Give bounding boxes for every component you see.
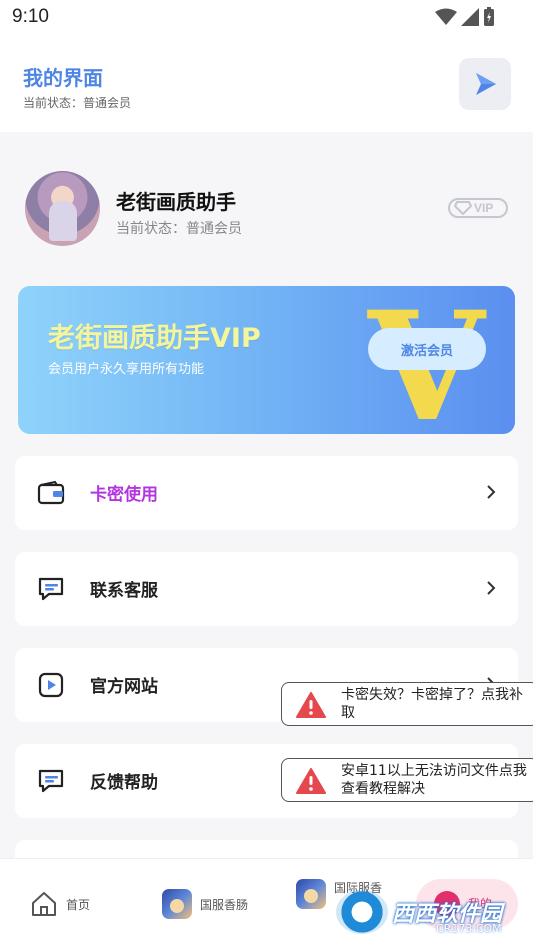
status-time: 9:10 [12, 6, 49, 27]
menu-item-customer-service[interactable]: 联系客服 [15, 552, 518, 626]
header: 我的界面 当前状态：普通会员 [0, 36, 533, 132]
diamond-icon [454, 201, 472, 215]
menu-item-label: 卡密使用 [90, 485, 158, 505]
nav-item-home[interactable]: 首页 [30, 887, 90, 921]
activate-member-button[interactable]: 激活会员 [368, 328, 486, 370]
toast-android-help[interactable]: 安卓11以上无法访问文件点我查看教程解决 [281, 758, 533, 802]
chat-icon [38, 769, 64, 793]
menu-item-label: 联系客服 [90, 581, 158, 601]
wifi-icon [435, 8, 457, 25]
toast-text: 卡密失效？卡密掉了？点我补取 [341, 687, 523, 721]
profile-section: 老街画质助手 当前状态：普通会员 VIP [0, 148, 533, 266]
home-icon [32, 892, 56, 916]
header-action-button[interactable] [459, 58, 511, 110]
chevron-right-icon [487, 485, 496, 499]
battery-icon [484, 7, 494, 26]
nav-label: 首页 [66, 897, 91, 912]
menu-item-label: 反馈帮助 [90, 773, 158, 793]
status-icons [435, 7, 495, 27]
status-bar: 9:10 [0, 0, 533, 36]
play-icon [476, 73, 496, 95]
avatar[interactable] [25, 171, 100, 246]
vip-badge-label: VIP [474, 201, 494, 215]
vip-badge: VIP [448, 198, 508, 218]
nav-item-cn-server[interactable]: 国服香肠 [162, 887, 248, 921]
game-icon [162, 889, 192, 919]
banner-subtitle: 会员用户永久享用所有功能 [48, 362, 205, 377]
wallet-icon [37, 480, 65, 505]
watermark: 西西软件园 CR173.COM [336, 884, 516, 940]
toast-text: 安卓11以上无法访问文件点我查看教程解决 [341, 763, 527, 797]
signal-icon [461, 8, 479, 26]
menu-item-label: 官方网站 [90, 677, 158, 697]
profile-name: 老街画质助手 [116, 190, 236, 214]
game-icon [296, 879, 326, 909]
avatar-figure [49, 201, 77, 241]
warning-icon [296, 692, 326, 718]
watermark-sub: CR173.COM [436, 922, 502, 935]
chat-icon [38, 577, 64, 601]
play-icon [38, 672, 64, 698]
chevron-right-icon [487, 581, 496, 595]
nav-label: 国服香肠 [200, 897, 249, 912]
toast-card-recover[interactable]: 卡密失效？卡密掉了？点我补取 [281, 682, 533, 726]
vip-banner[interactable]: V 老街画质助手VIP 会员用户永久享用所有功能 激活会员 [18, 286, 515, 434]
page-title: 我的界面 [23, 66, 103, 90]
banner-title: 老街画质助手VIP [48, 323, 261, 354]
page-subtitle: 当前状态：普通会员 [23, 96, 132, 110]
warning-icon [296, 768, 326, 794]
menu-item-card-use[interactable]: 卡密使用 [15, 456, 518, 530]
watermark-logo [336, 890, 388, 934]
profile-status: 当前状态：普通会员 [116, 221, 242, 237]
